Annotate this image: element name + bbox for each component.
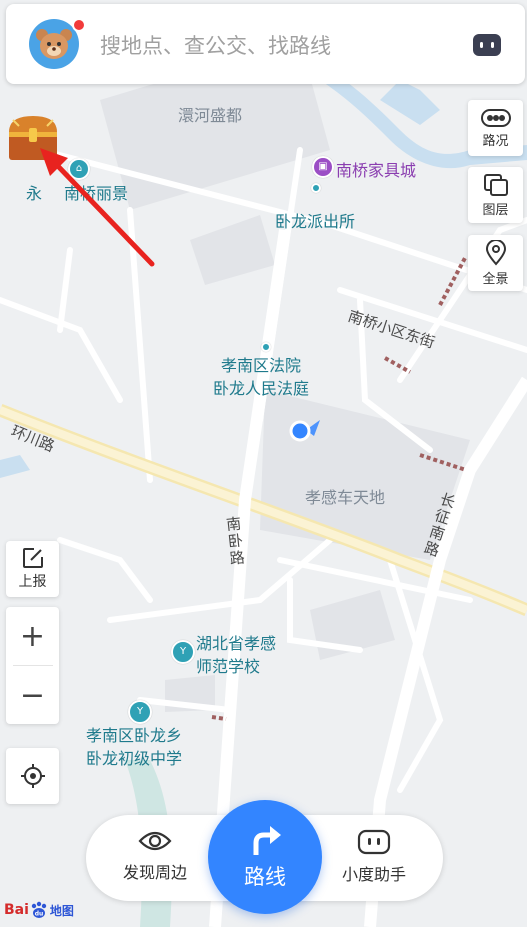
poi-shop-icon[interactable]: ▣ [312,156,334,178]
panorama-button[interactable]: 全景 [468,235,523,291]
traffic-button[interactable]: 路况 [468,100,523,156]
discover-nearby-button[interactable]: 发现周边 [105,829,205,883]
traffic-icon [480,108,511,127]
route-label: 路线 [244,865,286,889]
discover-nearby-label: 发现周边 [122,863,187,882]
route-button[interactable]: 路线 [208,800,322,914]
map-label-xiaogan-chetiandi: 孝感车天地 [305,488,386,507]
svg-text:du: du [35,911,44,918]
poi-school-icon[interactable]: Y [171,640,195,664]
zoom-out-button[interactable]: − [6,666,59,724]
zoom-control: + − [6,607,59,724]
panorama-pin-icon [485,239,506,266]
assistant-robot-icon[interactable] [471,31,503,59]
panorama-label: 全景 [482,271,509,287]
map-label-wolong-school-1[interactable]: 孝南区卧龙乡 [86,722,182,746]
locate-crosshair-icon [20,764,45,788]
red-arrow-annotation [40,148,155,267]
traffic-label: 路况 [482,133,509,149]
report-button[interactable]: 上报 [6,541,59,597]
map-label-wolong-police[interactable]: 卧龙派出所 [275,208,355,232]
baidu-paw-icon: du [31,901,47,918]
edit-report-icon [22,548,43,568]
eye-icon [138,831,172,851]
logo-map-text: 地图 [49,903,74,918]
locate-button[interactable] [6,748,59,804]
baidu-map-logo: Bai du 地图 [4,900,74,920]
map-label-hubei-normal-1[interactable]: 湖北省孝感 [196,630,276,654]
search-input[interactable] [98,28,442,64]
layers-label: 图层 [482,202,509,218]
map-label-huanhe: 澴河盛都 [178,106,243,125]
my-location-icon [289,420,320,442]
layers-button[interactable]: 图层 [468,167,523,223]
map-label-wolong-court[interactable]: 卧龙人民法庭 [213,375,309,399]
poi-court-icon[interactable] [261,342,271,352]
map-label-wolong-school-2[interactable]: 卧龙初级中学 [86,745,182,769]
search-bar[interactable] [6,4,525,84]
xiaodu-robot-icon [357,829,391,855]
map-label-xiaonan-court[interactable]: 孝南区法院 [221,352,301,376]
xiaodu-assistant-label: 小度助手 [341,865,406,884]
map-label-hubei-normal-2[interactable]: 师范学校 [196,653,260,677]
poi-police-icon[interactable] [311,183,321,193]
zoom-in-button[interactable]: + [6,607,59,665]
map-label-nanqiao-furniture[interactable]: 南桥家具城 [336,157,416,181]
map-canvas[interactable] [0,0,527,927]
route-turn-arrow-icon [253,826,281,855]
report-label: 上报 [18,574,47,590]
poi-middle-school-icon[interactable]: Y [128,700,152,724]
notification-dot [72,18,86,32]
logo-text: Bai [4,902,29,918]
layers-icon [483,173,508,196]
xiaodu-assistant-button[interactable]: 小度助手 [324,829,424,885]
